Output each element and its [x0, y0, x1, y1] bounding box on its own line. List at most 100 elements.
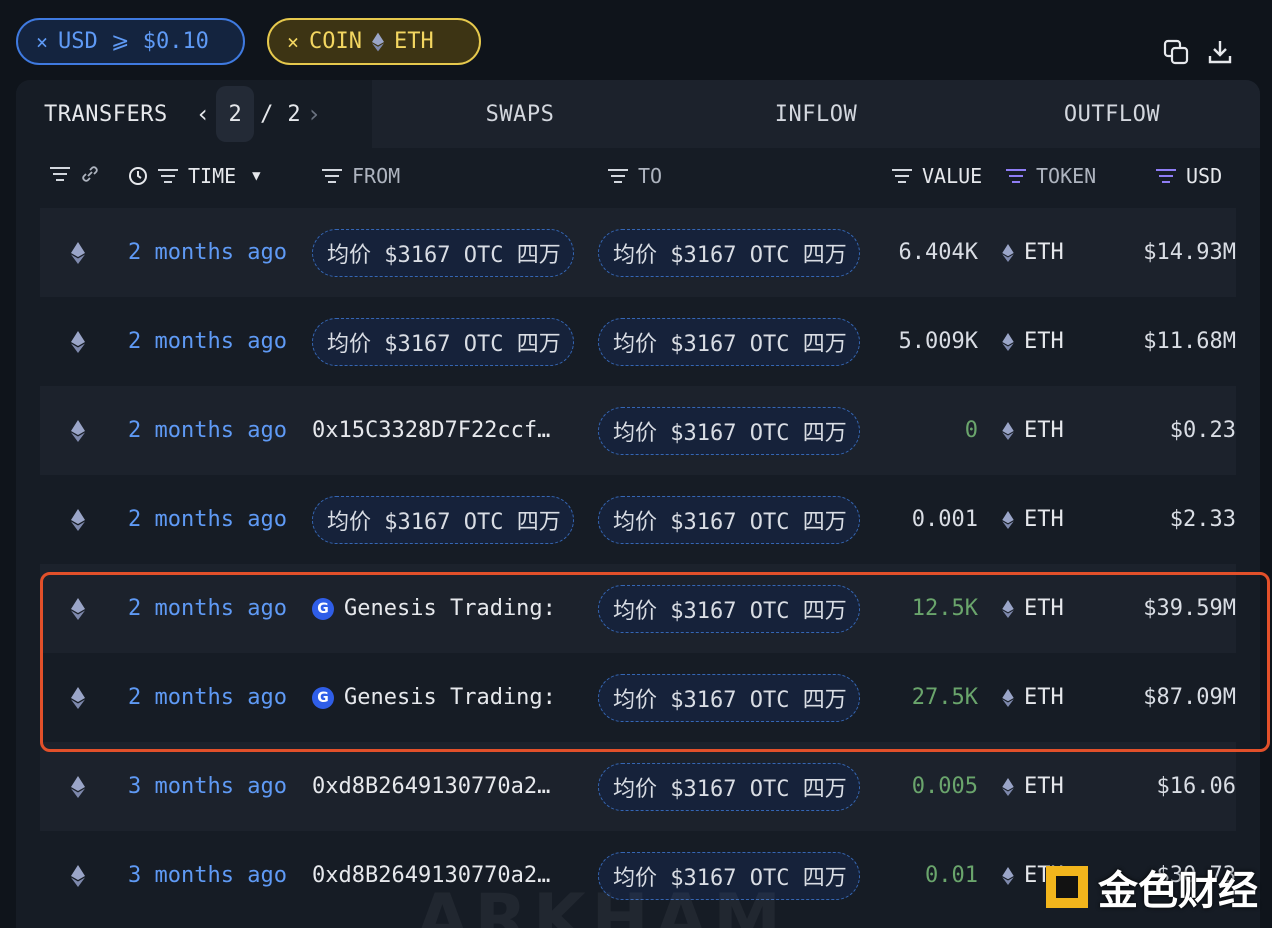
table-row[interactable]: 2 months ago G Genesis Trading: 均价 $3167 …: [40, 564, 1236, 653]
usd-column-header[interactable]: USD: [1156, 164, 1222, 188]
eth-icon: [71, 686, 85, 709]
current-page[interactable]: 2: [216, 86, 255, 142]
value-cell: 0.005: [911, 774, 978, 799]
table-row[interactable]: 2 months ago 0x15C3328D7F22ccf… 均价 $3167…: [40, 386, 1236, 475]
table-row[interactable]: 2 months ago 均价 $3167 OTC 四万 均价 $3167 OT…: [40, 475, 1236, 564]
table-row[interactable]: 2 months ago G Genesis Trading: 均价 $3167 …: [40, 653, 1236, 742]
table-row[interactable]: 2 months ago 均价 $3167 OTC 四万 均价 $3167 OT…: [40, 208, 1236, 297]
arkham-watermark: ARKHAM: [416, 880, 787, 928]
from-cell: G Genesis Trading:: [312, 685, 598, 710]
genesis-logo-icon: G: [312, 597, 334, 620]
to-entity-pill[interactable]: 均价 $3167 OTC 四万: [598, 406, 860, 455]
tab-inflow[interactable]: INFLOW: [668, 80, 964, 148]
prev-page-icon[interactable]: ‹: [196, 100, 210, 128]
tab-transfers[interactable]: TRANSFERS ‹ 2 / 2 ›: [16, 80, 372, 148]
filter-icon[interactable]: [1156, 169, 1176, 183]
token-cell[interactable]: ETH: [978, 774, 1096, 799]
time-cell[interactable]: 2 months ago: [116, 596, 312, 621]
eth-icon: [1002, 510, 1014, 529]
eth-icon: [71, 419, 85, 442]
time-cell[interactable]: 2 months ago: [116, 240, 312, 265]
to-entity-pill[interactable]: 均价 $3167 OTC 四万: [598, 673, 860, 722]
filter-icon[interactable]: [322, 169, 342, 183]
chain-cell: [40, 330, 116, 353]
token-cell[interactable]: ETH: [978, 596, 1096, 621]
next-page-icon[interactable]: ›: [307, 100, 321, 128]
table-row[interactable]: 2 months ago 均价 $3167 OTC 四万 均价 $3167 OT…: [40, 297, 1236, 386]
token-symbol: ETH: [1024, 596, 1064, 621]
page-separator: /: [260, 101, 274, 127]
filter-icon[interactable]: [1006, 169, 1026, 183]
token-symbol: ETH: [1024, 507, 1064, 532]
to-entity-pill[interactable]: 均价 $3167 OTC 四万: [598, 584, 860, 633]
eth-icon: [71, 241, 85, 264]
table-row[interactable]: 3 months ago 0xd8B2649130770a2… 均价 $3167…: [40, 742, 1236, 831]
time-cell[interactable]: 2 months ago: [116, 329, 312, 354]
value-column-header[interactable]: VALUE: [892, 164, 982, 188]
jinse-watermark: 金色财经: [1046, 858, 1258, 916]
time-cell[interactable]: 3 months ago: [116, 774, 312, 799]
to-column-header[interactable]: TO: [608, 164, 662, 188]
from-cell: 0x15C3328D7F22ccf…: [312, 418, 598, 443]
filter-icon[interactable]: [158, 169, 178, 183]
link-icon[interactable]: [80, 164, 100, 184]
filter-icon[interactable]: [608, 169, 628, 183]
token-column-header[interactable]: TOKEN: [1006, 164, 1096, 188]
time-cell[interactable]: 3 months ago: [116, 863, 312, 888]
close-icon[interactable]: ×: [36, 30, 48, 54]
to-cell: 均价 $3167 OTC 四万: [598, 762, 868, 811]
to-cell: 均价 $3167 OTC 四万: [598, 673, 868, 722]
from-entity-pill[interactable]: 均价 $3167 OTC 四万: [312, 228, 574, 277]
chain-cell: [40, 419, 116, 442]
eth-icon: [71, 597, 85, 620]
from-entity[interactable]: G Genesis Trading:: [312, 596, 556, 621]
toolbar-icons: [1162, 38, 1234, 66]
download-icon[interactable]: [1206, 38, 1234, 66]
tab-swaps[interactable]: SWAPS: [372, 80, 668, 148]
time-cell[interactable]: 2 months ago: [116, 418, 312, 443]
token-cell[interactable]: ETH: [978, 507, 1096, 532]
usd-cell: $11.68M: [1143, 329, 1236, 354]
sort-down-icon[interactable]: ▼: [252, 168, 260, 184]
copy-icon[interactable]: [1162, 38, 1190, 66]
chain-column-header: [50, 164, 100, 184]
from-address[interactable]: 0xd8B2649130770a2…: [312, 774, 574, 799]
pagination: ‹ 2 / 2 ›: [196, 86, 321, 142]
from-cell: 均价 $3167 OTC 四万: [312, 228, 598, 277]
tab-outflow[interactable]: OUTFLOW: [964, 80, 1260, 148]
time-cell[interactable]: 2 months ago: [116, 685, 312, 710]
usd-header-label: USD: [1186, 164, 1223, 188]
coin-filter-chip[interactable]: × COIN ETH: [267, 18, 481, 65]
eth-icon: [71, 330, 85, 353]
token-cell[interactable]: ETH: [978, 685, 1096, 710]
to-entity-pill[interactable]: 均价 $3167 OTC 四万: [598, 317, 860, 366]
chain-cell: [40, 775, 116, 798]
chain-cell: [40, 686, 116, 709]
to-entity-pill[interactable]: 均价 $3167 OTC 四万: [598, 495, 860, 544]
value-cell: 5.009K: [898, 329, 978, 354]
transfers-table: 2 months ago 均价 $3167 OTC 四万 均价 $3167 OT…: [40, 208, 1236, 920]
to-entity-pill[interactable]: 均价 $3167 OTC 四万: [598, 228, 860, 277]
eth-icon: [1002, 777, 1014, 796]
from-column-header[interactable]: FROM: [322, 164, 400, 188]
time-column-header[interactable]: TIME ▼: [128, 164, 261, 188]
from-entity[interactable]: G Genesis Trading:: [312, 685, 556, 710]
token-cell[interactable]: ETH: [978, 418, 1096, 443]
usd-filter-chip[interactable]: × USD ⩾ $0.10: [16, 18, 245, 65]
eth-icon: [1002, 866, 1014, 885]
close-icon[interactable]: ×: [287, 30, 299, 54]
to-cell: 均价 $3167 OTC 四万: [598, 584, 868, 633]
time-cell[interactable]: 2 months ago: [116, 507, 312, 532]
from-entity-name: Genesis Trading:: [344, 685, 556, 710]
token-cell[interactable]: ETH: [978, 240, 1096, 265]
filter-icon[interactable]: [50, 167, 70, 181]
token-cell[interactable]: ETH: [978, 329, 1096, 354]
to-header-label: TO: [638, 164, 663, 188]
from-address[interactable]: 0x15C3328D7F22ccf…: [312, 418, 574, 443]
filter-icon[interactable]: [892, 169, 912, 183]
usd-cell: $87.09M: [1143, 685, 1236, 710]
from-entity-pill[interactable]: 均价 $3167 OTC 四万: [312, 495, 574, 544]
from-entity-pill[interactable]: 均价 $3167 OTC 四万: [312, 317, 574, 366]
to-entity-pill[interactable]: 均价 $3167 OTC 四万: [598, 762, 860, 811]
token-header-label: TOKEN: [1036, 164, 1097, 188]
